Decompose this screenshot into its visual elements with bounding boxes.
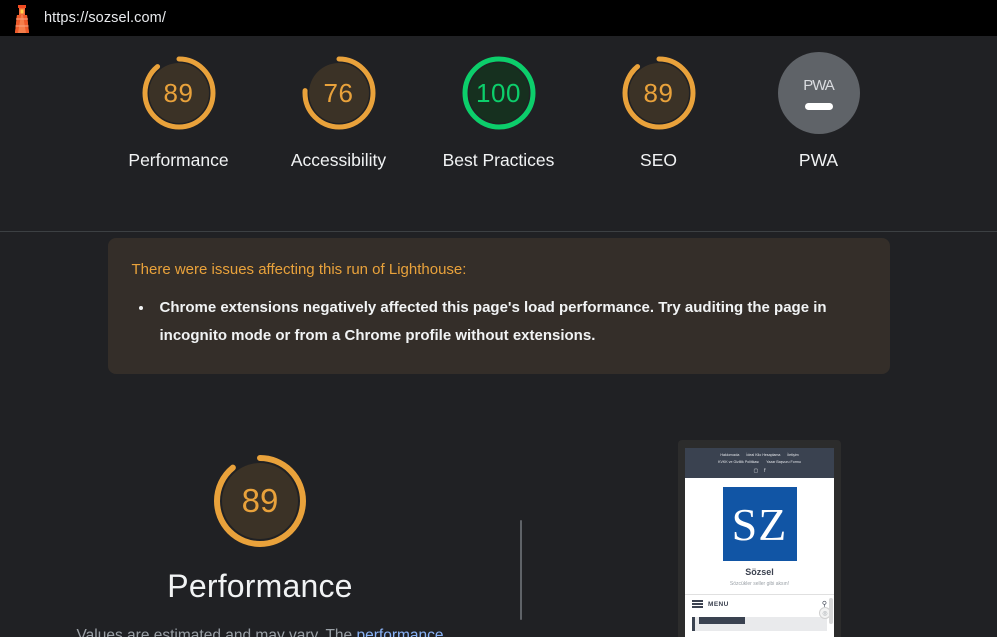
gauge-label-seo: SEO xyxy=(640,150,677,170)
performance-description: Values are estimated and may vary. The p… xyxy=(60,621,460,637)
thumb-nav-row-2: KVKK ve Gizlilik Politikası Yazar Başvur… xyxy=(689,459,830,466)
gauge-ring-performance: 89 xyxy=(138,52,220,134)
gauge-ring-accessibility: 76 xyxy=(298,52,380,134)
gauge-performance[interactable]: 89 Performance xyxy=(118,52,240,173)
gauge-label-performance: Performance xyxy=(128,150,229,170)
page-url[interactable]: https://sozsel.com/ xyxy=(44,10,166,26)
warning-list-item: Chrome extensions negatively affected th… xyxy=(154,294,866,350)
pwa-badge-text: PWA xyxy=(803,76,835,94)
warning-list: Chrome extensions negatively affected th… xyxy=(154,294,866,350)
page-thumbnail-column: Hakkımızda İdeal Kilo Hesaplama İletişim… xyxy=(522,438,997,637)
thumb-nav-item: İletişim xyxy=(787,453,799,457)
warning-title: There were issues affecting this run of … xyxy=(131,261,467,278)
gauge-pwa[interactable]: PWA PWA xyxy=(758,52,880,173)
performance-gauge-ring: 89 xyxy=(209,450,311,552)
browser-topbar: https://sozsel.com/ xyxy=(0,0,997,36)
thumb-nav-item: Yazar Başvuru Formu xyxy=(766,460,801,464)
performance-title: Performance xyxy=(167,568,353,604)
gauge-label-accessibility: Accessibility xyxy=(290,150,387,170)
thumb-nav-item: İdeal Kilo Hesaplama xyxy=(746,453,781,457)
hamburger-icon xyxy=(692,600,703,608)
thumb-site-name: Sözsel xyxy=(745,567,774,577)
gauge-best-practices[interactable]: 100 Best Practices xyxy=(438,52,560,173)
gauge-score-best-practices: 100 xyxy=(476,77,521,108)
gauge-score-seo: 89 xyxy=(643,77,674,108)
thumb-menu-label: MENU xyxy=(708,600,729,608)
pwa-badge: PWA xyxy=(777,52,860,134)
score-gauges-strip: 89 Performance 76 Accessibility 100 Best… xyxy=(0,36,997,232)
facebook-icon: f xyxy=(764,468,766,474)
thumb-content-block xyxy=(692,617,827,631)
thumb-nav-row-1: Hakkımızda İdeal Kilo Hesaplama İletişim xyxy=(689,452,830,459)
gauge-label-pwa: PWA xyxy=(798,150,839,170)
thumb-menu-group: MENU xyxy=(692,600,729,608)
report-content: There were issues affecting this run of … xyxy=(0,238,997,637)
gauge-score-accessibility: 76 xyxy=(323,77,354,108)
gauge-accessibility[interactable]: 76 Accessibility xyxy=(278,52,400,173)
performance-summary: 89 Performance Values are estimated and … xyxy=(0,438,520,637)
thumb-site-logo: SZ xyxy=(722,487,797,561)
gauge-label-best-practices: Best Practices xyxy=(442,150,555,170)
mobile-screenshot-frame: Hakkımızda İdeal Kilo Hesaplama İletişim… xyxy=(678,440,841,637)
gauge-ring-seo: 89 xyxy=(618,52,700,134)
instagram-icon: ▢ xyxy=(753,468,759,474)
performance-desc-text-1: Values are estimated and may vary. The xyxy=(76,627,357,637)
warning-banner: There were issues affecting this run of … xyxy=(107,238,890,374)
thumb-content-block-bar xyxy=(699,617,745,624)
thumb-site-tagline: Sözcükler seller gibi aksın! xyxy=(729,581,790,587)
mobile-screenshot: Hakkımızda İdeal Kilo Hesaplama İletişim… xyxy=(685,448,834,637)
gauge-seo[interactable]: 89 SEO xyxy=(598,52,720,173)
thumb-nav-item: KVKK ve Gizlilik Politikası xyxy=(718,460,760,464)
thumb-nav-item: Hakkımızda xyxy=(720,453,740,457)
gauge-ring-best-practices: 100 xyxy=(458,52,540,134)
thumb-site-nav: Hakkımızda İdeal Kilo Hesaplama İletişim… xyxy=(685,448,834,478)
lighthouse-icon xyxy=(15,5,29,33)
gauge-score-performance: 89 xyxy=(163,77,194,108)
performance-section: 89 Performance Values are estimated and … xyxy=(0,438,997,637)
pwa-dash-icon xyxy=(804,102,833,110)
thumb-site-menubar: MENU ⚲ xyxy=(685,594,834,613)
performance-gauge-score: 89 xyxy=(241,482,279,519)
thumb-social-row: ▢ f xyxy=(689,467,830,475)
thumb-site-body: SZ Sözsel Sözcükler seller gibi aksın! M… xyxy=(685,478,834,631)
thumb-scrollbar xyxy=(829,598,833,624)
